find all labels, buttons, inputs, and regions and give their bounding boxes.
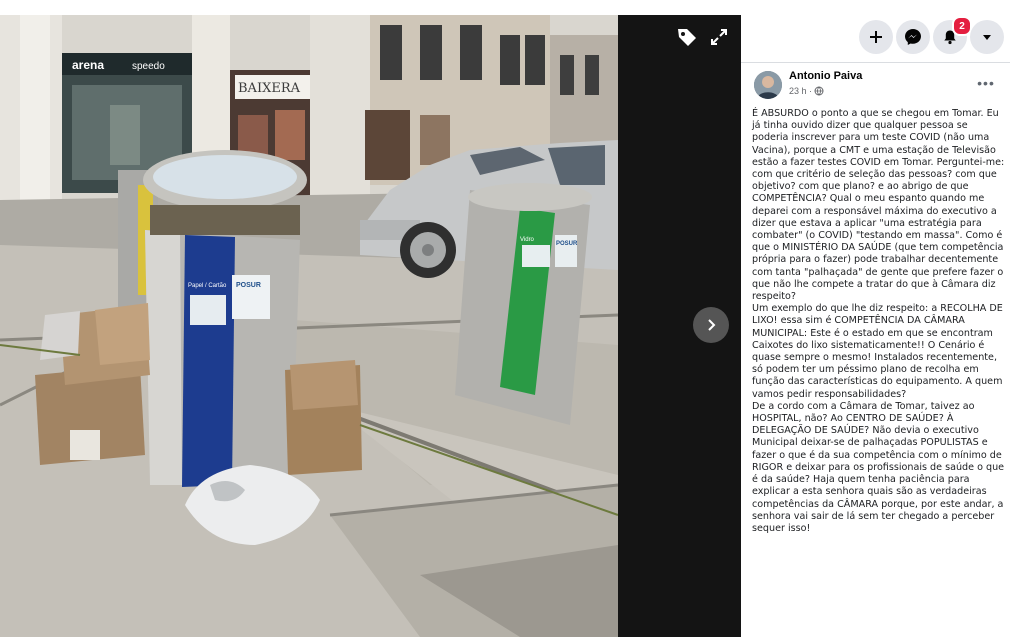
account-menu-button[interactable] [970,20,1004,54]
messenger-button[interactable] [896,20,930,54]
bin-label-papel: Papel / Cartão [188,283,227,289]
post-options-button[interactable]: ••• [975,75,997,91]
photo-top-strip [0,0,741,15]
post-time[interactable]: 23 h · [789,86,812,96]
author-avatar[interactable] [754,71,782,99]
post-paragraph: De a cordo com a Câmara de Tomar, taivez… [752,400,1005,534]
header-divider [741,62,1010,63]
bin-brand-front: POSUR [236,282,261,289]
plus-icon [870,31,882,43]
author-name[interactable]: Antonio Paiva [789,70,862,82]
caret-down-icon [983,35,991,40]
create-button[interactable] [859,20,893,54]
tag-icon[interactable] [674,24,700,50]
post-paragraph: Um exemplo do que lhe diz respeito: a RE… [752,303,1003,400]
shop-sign-arena: arena [72,58,104,72]
next-photo-button[interactable] [693,307,729,343]
header-actions: 2 [741,16,1010,56]
notifications-count-badge: 2 [952,16,972,36]
post-meta: 23 h · [789,86,824,96]
post-text: É ABSURDO o ponto a que se chegou em Tom… [752,108,1006,535]
globe-icon [814,86,824,96]
chevron-right-icon [708,319,716,331]
shop-sign-speedo: speedo [132,61,165,72]
more-horizontal-icon: ••• [977,75,995,91]
notifications-button[interactable]: 2 [933,16,972,54]
photo-viewer: arena speedo BAIXERA Vidro POSUR Papel /… [0,0,741,637]
messenger-icon [905,29,921,45]
post-side-panel: 2 Antonio Paiva 23 h · ••• É ABSURDO o p… [741,0,1010,637]
bin-brand-right: POSUR [556,241,578,247]
post-paragraph: É ABSURDO o ponto a que se chegou em Tom… [752,108,1005,303]
bin-label-vidro: Vidro [520,237,535,243]
expand-icon[interactable] [706,24,732,50]
shop-sign-baixera: BAIXERA [238,81,301,96]
